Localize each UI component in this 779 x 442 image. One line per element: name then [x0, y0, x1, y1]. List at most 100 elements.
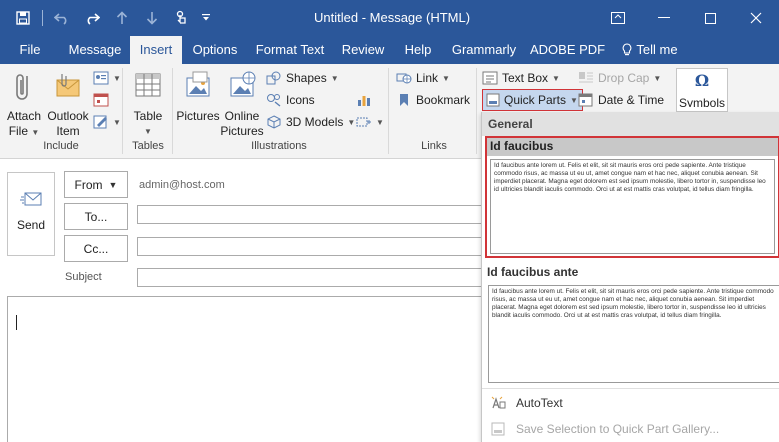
arrow-down-icon[interactable] — [137, 0, 167, 36]
quick-access-toolbar — [8, 0, 215, 36]
autotext-menu-item[interactable]: AutoText — [482, 392, 779, 414]
subject-label: Subject — [65, 271, 102, 283]
pictures-button[interactable]: Pictures — [176, 70, 220, 124]
arrow-up-icon[interactable] — [107, 0, 137, 36]
screenshot-button[interactable]: ▼ — [356, 112, 384, 132]
outlook-item-label-1: Outlook — [47, 109, 89, 123]
tab-file[interactable]: File — [12, 36, 48, 64]
lightbulb-icon — [623, 43, 632, 56]
group-separator — [388, 68, 389, 154]
cc-field[interactable] — [137, 237, 485, 256]
from-dropdown-caret: ▼ — [108, 179, 118, 190]
title-bar: Untitled - Message (HTML) — [0, 0, 779, 36]
quick-parts-button[interactable]: Quick Parts ▼ — [482, 89, 583, 111]
undo-icon[interactable] — [47, 0, 77, 36]
subject-field[interactable] — [137, 268, 485, 287]
quick-part-preview[interactable]: Id faucibus ante lorem ut. Felis et elit… — [488, 285, 779, 383]
tab-adobe-pdf[interactable]: ADOBE PDF — [530, 36, 605, 64]
calendar-button[interactable] — [93, 90, 109, 110]
pictures-icon — [186, 71, 210, 97]
save-selection-icon — [486, 422, 510, 436]
envelope-attach-icon — [56, 74, 80, 97]
from-button[interactable]: From ▼ — [64, 171, 128, 198]
text-box-button[interactable]: Text Box ▼ — [482, 68, 560, 88]
text-box-label: Text Box — [502, 71, 549, 85]
3d-models-button[interactable]: 3D Models ▼ — [266, 112, 355, 132]
quick-part-title[interactable]: Id faucibus ante — [487, 265, 578, 279]
save-selection-menu-item[interactable]: Save Selection to Quick Part Gallery... — [482, 418, 779, 440]
attach-file-button[interactable]: Attach File ▼ — [4, 70, 44, 140]
tab-format-text[interactable]: Format Text — [252, 36, 328, 64]
tab-message[interactable]: Message — [62, 36, 128, 64]
send-button[interactable]: Send — [7, 172, 55, 256]
cc-button[interactable]: Cc... — [64, 235, 128, 262]
tab-help[interactable]: Help — [398, 36, 438, 64]
tab-review[interactable]: Review — [338, 36, 388, 64]
symbols-label: Symbols — [678, 96, 725, 107]
table-dropdown-caret: ▼ — [144, 127, 152, 136]
menu-divider — [482, 388, 779, 389]
maximize-icon[interactable] — [687, 0, 733, 36]
tab-insert[interactable]: Insert — [130, 36, 182, 64]
group-label-links: Links — [421, 140, 447, 152]
qat-separator — [42, 10, 43, 26]
save-selection-label: Save Selection to Quick Part Gallery... — [516, 422, 720, 436]
icons-icon — [267, 94, 281, 107]
online-pictures-button[interactable]: Online Pictures — [220, 70, 264, 139]
shapes-label: Shapes — [286, 71, 327, 85]
tab-options[interactable]: Options — [187, 36, 243, 64]
online-pictures-icon — [230, 71, 256, 97]
link-icon — [396, 73, 412, 84]
save-icon[interactable] — [8, 0, 38, 36]
link-label: Link — [416, 71, 439, 85]
minimize-icon[interactable] — [641, 0, 687, 36]
quick-part-title: Id faucibus — [487, 138, 778, 156]
date-time-button[interactable]: Date & Time — [578, 90, 664, 110]
touch-mode-icon[interactable] — [167, 0, 197, 36]
table-button[interactable]: Table ▼ — [128, 70, 168, 139]
autotext-label: AutoText — [516, 396, 563, 410]
tell-me[interactable]: Tell me — [618, 36, 682, 64]
icons-button[interactable]: Icons — [266, 90, 315, 110]
business-card-button[interactable]: ▼ — [93, 68, 121, 88]
quick-parts-icon — [486, 93, 500, 107]
group-label-include: Include — [43, 140, 79, 152]
online-pictures-label-2: Pictures — [220, 124, 264, 138]
text-cursor — [16, 315, 17, 330]
quick-part-item[interactable]: Id faucibus Id faucibus ante lorem ut. F… — [485, 136, 779, 258]
pictures-label: Pictures — [176, 109, 220, 123]
close-icon[interactable] — [733, 0, 779, 36]
symbols-button[interactable]: Ω Symbols — [676, 68, 728, 112]
bookmark-label: Bookmark — [416, 93, 471, 107]
message-body[interactable] — [7, 296, 485, 442]
drop-cap-button[interactable]: Drop Cap ▼ — [578, 68, 661, 88]
customize-qat-icon[interactable] — [197, 0, 215, 36]
group-label-illustrations: Illustrations — [251, 140, 307, 152]
group-separator — [476, 68, 477, 154]
chart-button[interactable] — [356, 90, 372, 110]
ribbon-display-icon[interactable] — [595, 0, 641, 36]
bookmark-icon — [400, 94, 408, 106]
shapes-button[interactable]: Shapes ▼ — [266, 68, 339, 88]
omega-icon: Ω — [694, 71, 710, 90]
screenshot-icon — [356, 117, 371, 127]
online-pictures-label-1: Online — [224, 109, 260, 123]
group-label-tables: Tables — [132, 140, 164, 152]
signature-button[interactable]: ▼ — [93, 112, 121, 132]
to-field[interactable] — [137, 205, 485, 224]
bookmark-button[interactable]: Bookmark — [396, 90, 470, 110]
quick-parts-menu: General Id faucibus Id faucibus ante lor… — [481, 112, 779, 442]
redo-icon[interactable] — [77, 0, 107, 36]
link-button[interactable]: Link ▼ — [396, 68, 450, 88]
window-title: Untitled - Message (HTML) — [314, 10, 471, 25]
tab-grammarly[interactable]: Grammarly — [446, 36, 522, 64]
shapes-icon — [266, 71, 281, 85]
icons-label: Icons — [286, 93, 315, 107]
cube-icon — [267, 115, 281, 129]
quick-parts-label: Quick Parts — [504, 93, 567, 107]
outlook-item-label-2: Item — [56, 124, 80, 138]
to-button[interactable]: To... — [64, 203, 128, 230]
send-envelope-icon — [20, 192, 42, 206]
drop-cap-icon — [579, 72, 593, 83]
outlook-item-button[interactable]: Outlook Item — [44, 70, 92, 139]
